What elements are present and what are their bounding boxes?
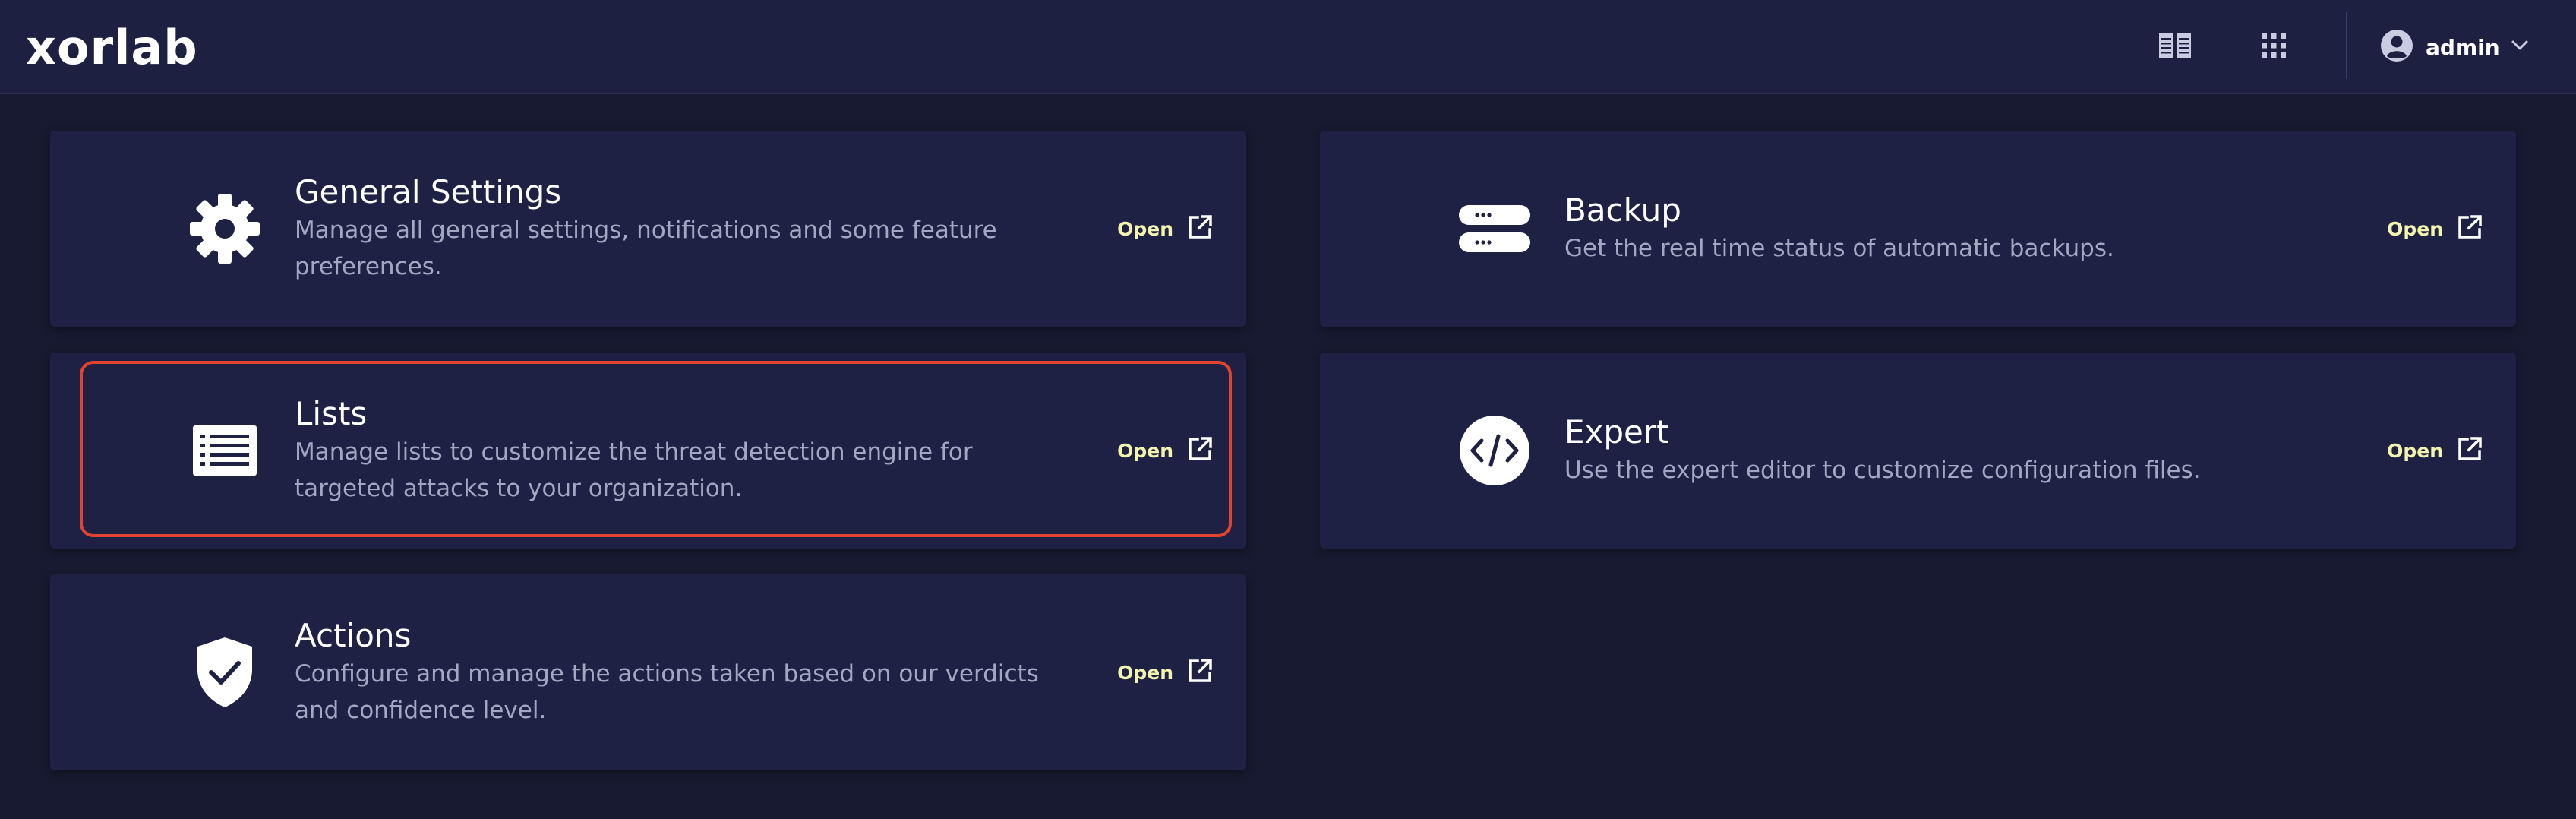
code-icon	[1411, 405, 1578, 496]
card-text: Lists Manage lists to customize the thre…	[295, 394, 1064, 507]
xorlab-logo[interactable]: xorlab	[26, 17, 198, 77]
card-description: Configure and manage the actions taken b…	[295, 660, 1039, 724]
card-title: Actions	[295, 617, 412, 654]
card-title: General Settings	[295, 173, 562, 210]
card-description: Manage lists to customize the threat det…	[295, 438, 973, 502]
card-actions: Actions Configure and manage the actions…	[50, 574, 1246, 770]
open-actions-link[interactable]: Open	[1117, 656, 1213, 689]
open-lists-link[interactable]: Open	[1117, 434, 1213, 467]
open-label: Open	[1117, 439, 1173, 462]
card-title: Backup	[1564, 191, 1681, 229]
user-circle-icon	[2380, 29, 2413, 65]
user-menu[interactable]: admin	[2380, 23, 2529, 71]
list-icon	[141, 405, 308, 496]
external-link-icon	[1187, 436, 1213, 465]
open-label: Open	[1117, 217, 1173, 240]
server-icon	[1411, 183, 1578, 274]
shield-check-icon	[141, 627, 308, 718]
card-title: Lists	[295, 395, 368, 432]
open-expert-link[interactable]: Open	[2387, 434, 2483, 467]
card-text: Expert Use the expert editor to customiz…	[1564, 413, 2334, 489]
card-general-settings: General Settings Manage all general sett…	[50, 131, 1246, 327]
external-link-icon	[2457, 214, 2483, 243]
card-backup: Backup Get the real time status of autom…	[1320, 131, 2516, 327]
open-label: Open	[2387, 217, 2443, 240]
card-text: General Settings Manage all general sett…	[295, 172, 1064, 285]
chevron-down-icon	[2511, 40, 2529, 55]
card-text: Actions Configure and manage the actions…	[295, 616, 1064, 729]
book-open-icon	[2158, 32, 2192, 62]
card-description: Get the real time status of automatic ba…	[1564, 235, 2114, 262]
apps-button[interactable]	[2251, 24, 2297, 70]
user-name: admin	[2426, 34, 2500, 60]
card-expert: Expert Use the expert editor to customiz…	[1320, 353, 2516, 549]
open-general-settings-link[interactable]: Open	[1117, 212, 1213, 245]
card-description: Use the expert editor to customize confi…	[1564, 457, 2201, 484]
external-link-icon	[1187, 658, 1213, 687]
top-header: xorlab admin	[0, 0, 2576, 94]
gear-icon	[141, 183, 308, 274]
header-divider	[2346, 12, 2347, 79]
open-label: Open	[1117, 661, 1173, 684]
docs-button[interactable]	[2152, 24, 2198, 70]
grid-apps-icon	[2261, 33, 2287, 62]
card-text: Backup Get the real time status of autom…	[1564, 191, 2334, 267]
card-lists: Lists Manage lists to customize the thre…	[50, 353, 1246, 549]
external-link-icon	[1187, 214, 1213, 243]
external-link-icon	[2457, 436, 2483, 465]
open-backup-link[interactable]: Open	[2387, 212, 2483, 245]
open-label: Open	[2387, 439, 2443, 462]
card-description: Manage all general settings, notificatio…	[295, 217, 997, 280]
card-title: Expert	[1564, 413, 1669, 451]
